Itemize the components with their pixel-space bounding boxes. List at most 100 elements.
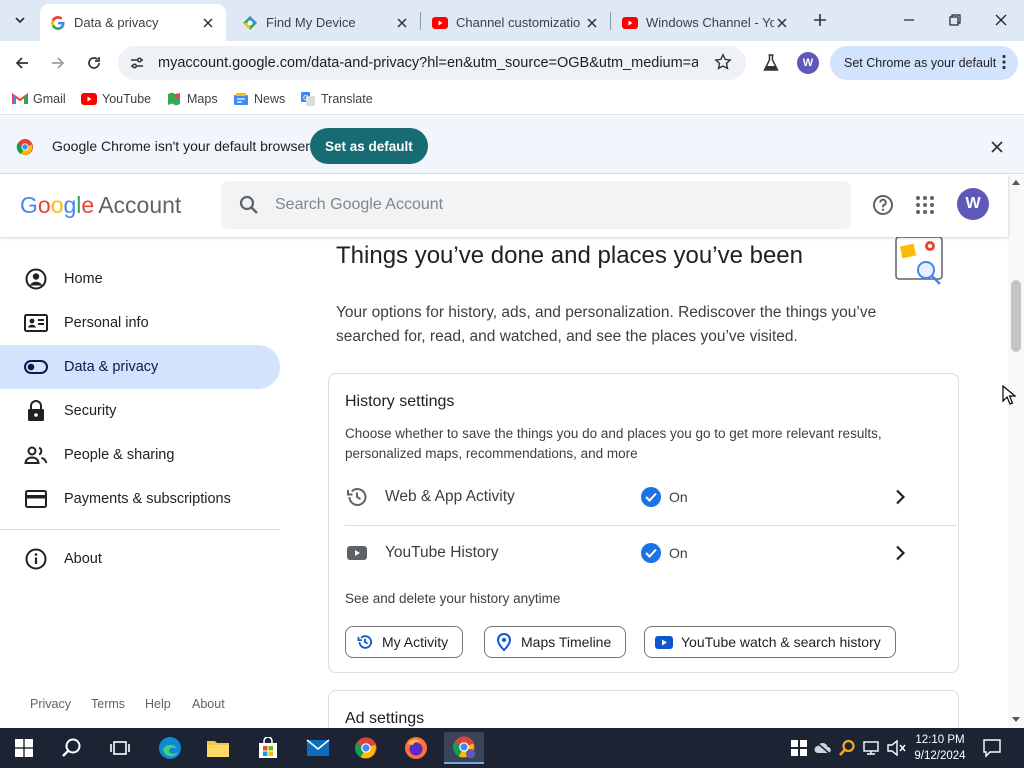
sidebar-item-label: Data & privacy	[64, 359, 159, 375]
profile-button[interactable]: W	[794, 49, 822, 77]
chrome-profile-icon	[452, 736, 476, 759]
help-icon	[873, 195, 893, 215]
taskbar-chrome-profile-active[interactable]	[444, 732, 484, 764]
labs-button[interactable]	[757, 49, 785, 77]
close-tab-icon[interactable]	[200, 15, 216, 31]
sidebar-item-home[interactable]: Home	[0, 257, 280, 301]
sidebar-item-people-sharing[interactable]: People & sharing	[0, 433, 280, 477]
bookmark-gmail[interactable]: Gmail	[12, 91, 66, 107]
close-tab-icon[interactable]	[394, 15, 410, 31]
tab-search-button[interactable]	[8, 8, 32, 32]
tab-find-my-device[interactable]: Find My Device	[232, 4, 420, 41]
search-input[interactable]	[275, 196, 835, 214]
close-window-button[interactable]	[978, 0, 1024, 40]
bookmark-youtube[interactable]: YouTube	[81, 91, 151, 107]
start-button[interactable]	[4, 732, 44, 764]
row-label: YouTube History	[385, 544, 499, 561]
chip-label: Maps Timeline	[521, 634, 612, 650]
close-infobar-icon[interactable]	[991, 140, 1003, 158]
sidebar-item-security[interactable]: Security	[0, 389, 280, 433]
taskbar-chrome[interactable]	[346, 732, 386, 764]
url-text[interactable]: myaccount.google.com/data-and-privacy?hl…	[158, 55, 698, 71]
web-app-activity-row[interactable]: Web & App Activity On	[345, 470, 957, 524]
taskbar-file-explorer[interactable]	[198, 732, 238, 764]
tab-data-privacy[interactable]: Data & privacy	[40, 4, 226, 41]
sidebar-item-payments[interactable]: Payments & subscriptions	[0, 477, 280, 521]
history-settings-card: History settings Choose whether to save …	[328, 373, 959, 673]
taskbar-firefox[interactable]	[396, 732, 436, 764]
search-icon	[239, 195, 258, 214]
taskbar-edge[interactable]	[150, 732, 190, 764]
scroll-up-icon[interactable]	[1012, 179, 1020, 185]
clock-time: 12:10 PM	[915, 734, 965, 746]
maps-timeline-button[interactable]: Maps Timeline	[484, 626, 627, 658]
more-vert-icon[interactable]	[1002, 54, 1006, 73]
row-status: On	[669, 545, 688, 561]
restore-button[interactable]	[932, 0, 978, 40]
sidebar-item-data-privacy[interactable]: Data & privacy	[0, 345, 280, 389]
bookmark-label: Maps	[187, 92, 218, 106]
back-button[interactable]	[8, 49, 36, 77]
search-bar[interactable]	[221, 181, 851, 229]
site-info-icon[interactable]	[124, 50, 150, 76]
check-circle-icon	[641, 543, 661, 563]
search-tray-icon[interactable]	[838, 739, 856, 762]
bookmark-label: Gmail	[33, 92, 66, 106]
task-view-icon	[110, 741, 130, 755]
personal-info-icon	[24, 311, 48, 335]
google-g-icon	[50, 15, 66, 31]
taskbar-mail[interactable]	[298, 732, 338, 764]
set-as-default-button[interactable]: Set as default	[310, 128, 428, 164]
find-my-device-icon	[242, 15, 258, 31]
reload-button[interactable]	[80, 49, 108, 77]
bookmark-maps[interactable]: Maps	[166, 91, 218, 107]
bookmark-translate[interactable]: G Translate	[300, 91, 373, 107]
bookmark-news[interactable]: News	[233, 91, 285, 107]
credit-card-icon	[24, 487, 48, 511]
sidebar-item-about[interactable]: About	[0, 537, 280, 581]
taskbar-search-button[interactable]	[52, 732, 92, 764]
cloud-icon[interactable]	[814, 740, 832, 761]
minimize-button[interactable]	[886, 0, 932, 40]
new-tab-button[interactable]	[800, 0, 840, 40]
page-content: GoogleAccount W Home Personal info Data …	[0, 175, 1024, 728]
account-avatar[interactable]: W	[957, 188, 989, 220]
task-view-button[interactable]	[100, 732, 140, 764]
address-bar[interactable]: myaccount.google.com/data-and-privacy?hl…	[118, 46, 746, 80]
minimize-icon	[904, 19, 914, 21]
system-clock[interactable]: 12:10 PM 9/12/2024	[912, 732, 968, 764]
scroll-down-icon[interactable]	[1012, 717, 1020, 723]
footer-privacy-link[interactable]: Privacy	[30, 697, 71, 711]
clock-date: 9/12/2024	[914, 750, 966, 762]
youtube-watch-search-history-button[interactable]: YouTube watch & search history	[644, 626, 896, 658]
network-icon[interactable]	[862, 739, 880, 762]
tab-channel-customization[interactable]: Channel customizatio	[422, 4, 610, 41]
tab-windows-channel[interactable]: Windows Channel - Yo	[612, 4, 800, 41]
tab-strip: Data & privacy Find My Device Channel cu…	[0, 0, 1024, 41]
scrollbar-thumb[interactable]	[1011, 280, 1021, 352]
page-scrollbar[interactable]	[1008, 175, 1024, 728]
chip-label: YouTube watch & search history	[681, 634, 881, 650]
set-chrome-default-button[interactable]: Set Chrome as your default	[830, 46, 1018, 80]
sidebar-item-personal-info[interactable]: Personal info	[0, 301, 280, 345]
footer-about-link[interactable]: About	[192, 697, 225, 711]
bookmark-star-icon[interactable]	[714, 53, 732, 76]
volume-muted-icon[interactable]	[886, 739, 906, 762]
arrow-left-icon	[15, 57, 28, 69]
restore-icon	[949, 14, 961, 26]
network-shield-icon[interactable]	[790, 739, 808, 762]
footer-help-link[interactable]: Help	[145, 697, 171, 711]
help-button[interactable]	[870, 192, 896, 218]
my-activity-button[interactable]: My Activity	[345, 626, 464, 658]
chevron-right-icon	[889, 542, 911, 564]
taskbar-store[interactable]	[248, 732, 288, 764]
google-account-logo[interactable]: Google Account	[20, 192, 181, 219]
close-tab-icon[interactable]	[584, 15, 600, 31]
close-tab-icon[interactable]	[774, 15, 790, 31]
forward-button[interactable]	[44, 49, 72, 77]
notifications-icon[interactable]	[982, 738, 1002, 763]
footer-terms-link[interactable]: Terms	[91, 697, 125, 711]
youtube-history-row[interactable]: YouTube History On	[345, 526, 957, 580]
apps-button[interactable]	[912, 192, 938, 218]
row-status: On	[669, 489, 688, 505]
